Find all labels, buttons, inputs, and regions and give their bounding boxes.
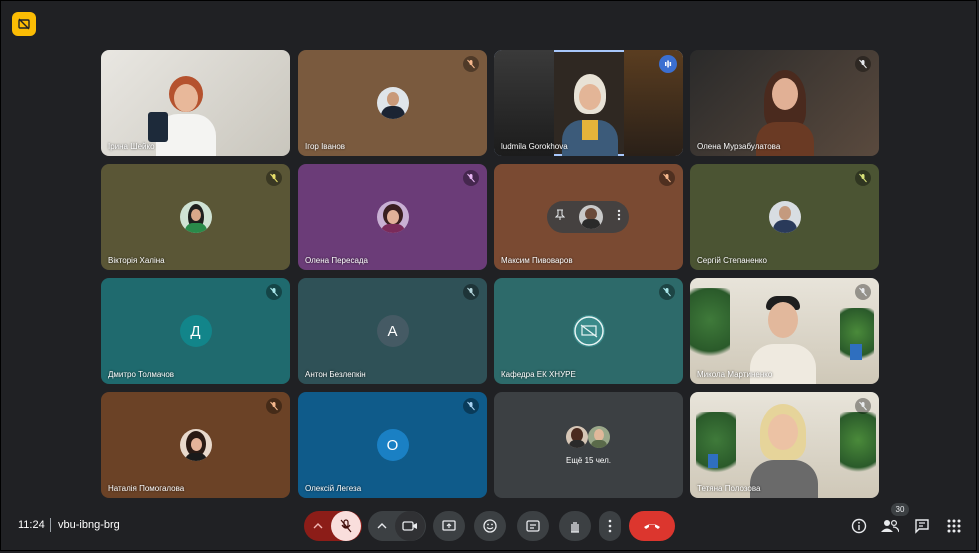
camera-control [368, 511, 426, 541]
participant-tile[interactable]: Ігор Іванов [298, 50, 487, 156]
mic-toggle-button[interactable] [331, 511, 361, 541]
mic-off-icon [855, 284, 871, 300]
participant-tile[interactable]: О Олексій Легеза [298, 392, 487, 498]
reactions-button[interactable] [474, 511, 506, 541]
microphone-control [304, 511, 362, 541]
leave-call-button[interactable] [629, 511, 675, 541]
participant-name: Ірина Шейко [108, 142, 155, 151]
tile-hover-controls [547, 201, 629, 233]
participant-name: Ігор Іванов [305, 142, 346, 151]
avatar [588, 426, 610, 448]
divider [50, 518, 51, 532]
participant-name: Дмитро Толмачов [108, 370, 175, 379]
mic-off-icon [463, 170, 479, 186]
participant-name: Максим Пивоваров [501, 256, 573, 265]
mic-off-icon [855, 170, 871, 186]
meeting-time: 11:24 [18, 519, 45, 531]
mic-off-icon [855, 56, 871, 72]
present-screen-button[interactable] [433, 511, 465, 541]
participant-tile[interactable]: Тетяна Полозова [690, 392, 879, 498]
participant-tile[interactable]: Д Дмитро Толмачов [101, 278, 290, 384]
avatar [179, 429, 212, 461]
avatar: Д [179, 315, 212, 347]
mic-off-icon [463, 284, 479, 300]
mic-off-icon [266, 284, 282, 300]
avatar [376, 201, 409, 233]
participant-tile[interactable]: ludmila Gorokhova [494, 50, 683, 156]
participant-name: Олена Мурзабулатова [697, 142, 781, 151]
activities-icon[interactable] [945, 517, 963, 535]
avatar: О [376, 429, 409, 461]
participant-name: Сергій Степаненко [697, 256, 767, 265]
raise-hand-button[interactable] [559, 511, 591, 541]
pin-icon[interactable] [554, 208, 566, 226]
participant-tile[interactable]: Олена Пересада [298, 164, 487, 270]
mic-off-icon [266, 170, 282, 186]
participant-name: Кафедра ЕК ХНУРЕ [501, 370, 576, 379]
meeting-code: vbu-ibng-brg [58, 519, 120, 531]
mic-off-icon [855, 398, 871, 414]
participant-name: Наталія Помогалова [108, 484, 185, 493]
participant-name: Микола Мартиненко [697, 370, 773, 379]
participant-tile[interactable]: Ірина Шейко [101, 50, 290, 156]
more-options-icon[interactable] [617, 208, 621, 226]
participant-tile[interactable]: Наталія Помогалова [101, 392, 290, 498]
people-icon[interactable] [881, 517, 899, 535]
mic-off-icon [463, 56, 479, 72]
captions-button[interactable] [517, 511, 549, 541]
participant-name: Вікторія Халіна [108, 256, 165, 265]
camera-options-chevron-icon[interactable] [369, 523, 395, 529]
more-participants-tile[interactable]: Ещё 15 чел. [494, 392, 683, 498]
participant-name: ludmila Gorokhova [501, 142, 568, 151]
participant-tile[interactable]: Максим Пивоваров [494, 164, 683, 270]
speaking-indicator-icon [659, 55, 677, 73]
participant-tile[interactable]: Олена Мурзабулатова [690, 50, 879, 156]
participant-name: Антон Безлепкін [305, 370, 366, 379]
participant-tile[interactable]: Микола Мартиненко [690, 278, 879, 384]
mic-off-icon [463, 398, 479, 414]
participant-tile[interactable]: Вікторія Халіна [101, 164, 290, 270]
avatar: А [376, 315, 409, 347]
participant-tile[interactable]: Сергій Степаненко [690, 164, 879, 270]
chat-icon[interactable] [913, 517, 931, 535]
avatar [179, 201, 212, 233]
participant-name: Олена Пересада [305, 256, 369, 265]
mic-off-icon [659, 284, 675, 300]
participant-tile[interactable]: Кафедра ЕК ХНУРЕ [494, 278, 683, 384]
avatar [376, 87, 409, 119]
meeting-info-icon[interactable] [850, 517, 868, 535]
participant-name: Тетяна Полозова [697, 484, 761, 493]
avatar [579, 205, 603, 229]
recording-off-icon[interactable] [12, 12, 36, 36]
avatar [768, 201, 801, 233]
more-options-button[interactable] [599, 511, 621, 541]
camera-toggle-button[interactable] [395, 511, 425, 541]
avatar [566, 426, 588, 448]
mic-off-icon [266, 398, 282, 414]
mic-off-icon [659, 170, 675, 186]
participant-tile[interactable]: А Антон Безлепкін [298, 278, 487, 384]
department-logo-icon [572, 315, 605, 347]
participants-count-badge: 30 [891, 503, 909, 516]
participant-name: Олексій Легеза [305, 484, 362, 493]
more-participants-label: Ещё 15 чел. [566, 456, 611, 465]
mic-options-chevron-icon[interactable] [305, 523, 331, 529]
